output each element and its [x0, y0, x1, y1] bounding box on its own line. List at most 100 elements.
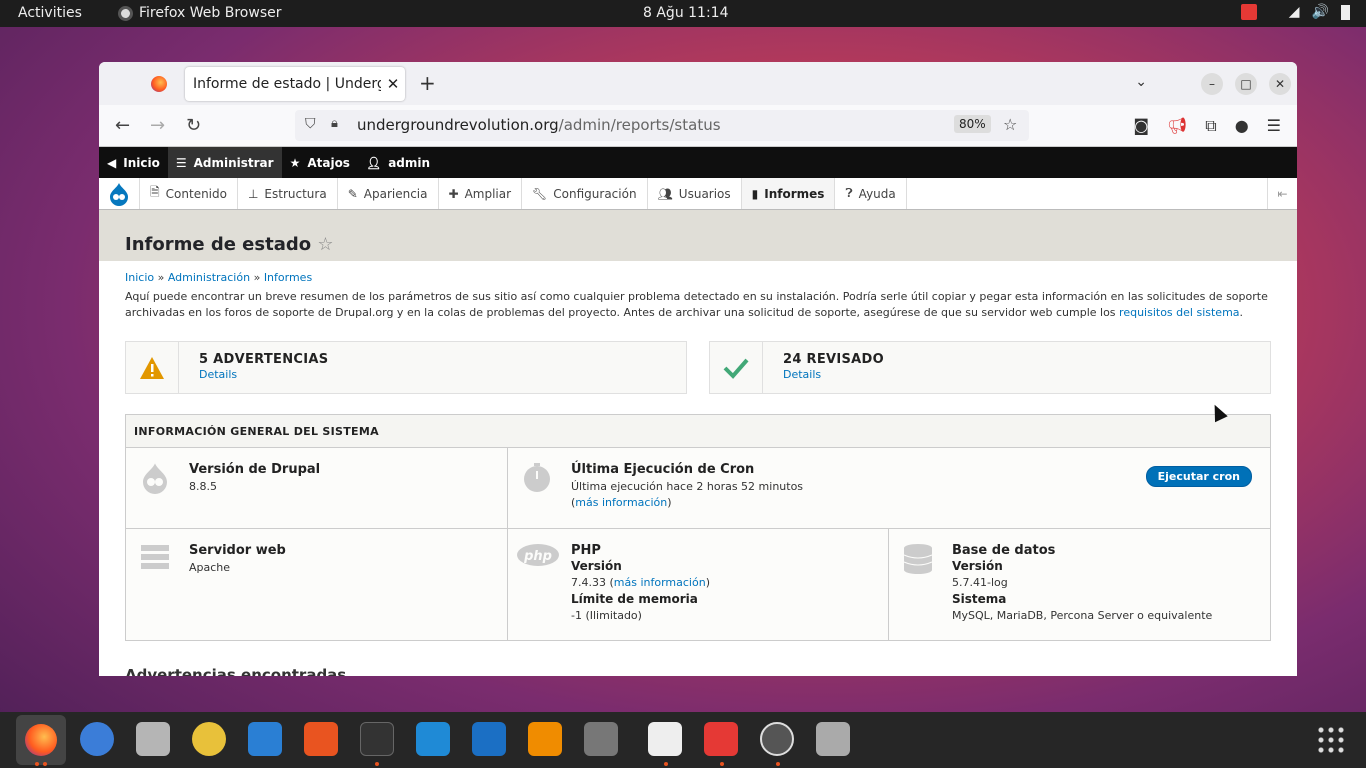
php-logo-icon: php: [516, 543, 562, 577]
dock-firefox[interactable]: [16, 715, 66, 765]
tray-item-informes[interactable]: ▮ Informes: [740, 178, 835, 209]
toolbar-manage[interactable]: ☰ Administrar: [167, 147, 282, 178]
software-icon[interactable]: [304, 722, 338, 756]
cron-more-link[interactable]: más información: [575, 496, 667, 509]
drupal-drop-icon: [140, 462, 174, 496]
shortcut-star-icon[interactable]: ☆: [317, 234, 333, 255]
php-version-label: Versión: [571, 559, 622, 573]
new-tab-button[interactable]: +: [419, 71, 436, 95]
show-apps-icon[interactable]: [1316, 725, 1346, 755]
tray-item-contenido[interactable]: 🗎︎ Contenido: [139, 178, 237, 209]
url-text[interactable]: undergroundrevolution.org/admin/reports/…: [357, 116, 721, 134]
tray-item-label: Contenido: [165, 186, 227, 201]
run-cron-button[interactable]: Ejecutar cron: [1145, 466, 1252, 487]
url-path: /admin/reports/status: [558, 116, 721, 134]
database-icon: [903, 543, 937, 577]
bookmark-star-icon[interactable]: ☆: [1003, 115, 1017, 134]
toolbar-user[interactable]: 👤︎ admin: [358, 147, 438, 178]
window-controls: – □ ✕: [1201, 73, 1291, 95]
php-more-close: ): [705, 576, 710, 589]
writer-icon[interactable]: [248, 722, 282, 756]
webserver-title: Servidor web: [189, 543, 286, 558]
requirements-link[interactable]: requisitos del sistema: [1119, 306, 1239, 319]
tray-item-estructura[interactable]: ⊥ Estructura: [236, 178, 337, 209]
pocket-icon[interactable]: ◙: [1133, 116, 1149, 136]
vscode-icon[interactable]: [472, 722, 506, 756]
extensions-icon[interactable]: ⧉: [1205, 116, 1216, 136]
intro-text: Aquí puede encontrar un breve resumen de…: [125, 290, 1268, 319]
menu-icon[interactable]: ☰: [1267, 116, 1281, 136]
cron-title: Última Ejecución de Cron: [571, 462, 755, 477]
app-menu[interactable]: Firefox Web Browser: [118, 5, 282, 21]
files-icon[interactable]: [136, 722, 170, 756]
minimize-button[interactable]: –: [1201, 73, 1223, 95]
hamburger-icon: ☰: [175, 155, 187, 170]
drupal-version-cell: Versión de Drupal 8.8.5: [126, 448, 508, 529]
close-tab-icon[interactable]: ✕: [381, 75, 405, 93]
url-bar[interactable]: ⛉ 🔒︎ undergroundrevolution.org/admin/rep…: [295, 110, 1029, 141]
drupal-logo-icon[interactable]: [99, 178, 139, 209]
anydesk-tray-icon[interactable]: [1240, 4, 1257, 20]
running-indicator: [664, 762, 668, 766]
drupal-version-title: Versión de Drupal: [189, 462, 321, 477]
tray-item-apariencia[interactable]: ✎ Apariencia: [336, 178, 438, 209]
toolbar-shortcuts[interactable]: ★ Atajos: [282, 147, 358, 178]
people-icon: 👥︎: [657, 186, 673, 201]
zoom-indicator[interactable]: 80%: [954, 115, 991, 133]
back-icon[interactable]: ←: [115, 115, 130, 136]
shield-icon[interactable]: ⛉: [305, 116, 316, 132]
reload-icon[interactable]: ↻: [186, 115, 201, 136]
gimp-icon[interactable]: [584, 722, 618, 756]
firefox-icon: [25, 724, 57, 756]
trash-icon[interactable]: [816, 722, 850, 756]
close-window-button[interactable]: ✕: [1269, 73, 1291, 95]
anydesk-icon[interactable]: [704, 722, 738, 756]
checked-details-link[interactable]: Details: [783, 368, 821, 381]
list-tabs-icon[interactable]: ⌄: [1135, 74, 1147, 90]
tray-item-ayuda[interactable]: ❓︎ Ayuda: [834, 178, 907, 209]
database-cell: Base de datos Versión 5.7.41-log Sistema…: [889, 529, 1270, 640]
text-editor-icon[interactable]: [648, 722, 682, 756]
running-indicator: [375, 762, 379, 766]
breadcrumb-inicio[interactable]: Inicio: [125, 271, 154, 284]
breadcrumb-informes[interactable]: Informes: [264, 271, 312, 284]
account-icon[interactable]: ●: [1235, 116, 1249, 136]
warnings-count: 5 ADVERTENCIAS: [199, 352, 329, 367]
app-menu-label: Firefox Web Browser: [139, 5, 282, 21]
system-tray[interactable]: ◢ 🔊: [1240, 4, 1350, 20]
tray-item-label: Usuarios: [678, 186, 731, 201]
breadcrumb-administracion[interactable]: Administración: [168, 271, 250, 284]
running-indicator: [720, 762, 724, 766]
sublime-icon[interactable]: [528, 722, 562, 756]
page-title: Informe de estado: [125, 234, 312, 255]
tray-item-usuarios[interactable]: 👥︎ Usuarios: [646, 178, 741, 209]
tray-item-label: Ayuda: [858, 186, 896, 201]
system-monitor-icon[interactable]: [416, 722, 450, 756]
thunderbird-icon[interactable]: [80, 722, 114, 756]
firefox-view-icon[interactable]: [151, 76, 167, 92]
checked-count: 24 REVISADO: [783, 352, 884, 367]
forward-icon[interactable]: →: [150, 115, 165, 136]
megaphone-icon[interactable]: 📢︎: [1167, 116, 1187, 136]
tab-active[interactable]: Informe de estado | Undergr ✕: [185, 67, 405, 101]
terminal-icon[interactable]: [360, 722, 394, 756]
user-icon: 👤︎: [365, 155, 382, 170]
running-indicator: [776, 762, 780, 766]
lock-icon[interactable]: 🔒︎: [331, 116, 338, 131]
tray-item-ampliar[interactable]: ✚ Ampliar: [437, 178, 522, 209]
warnings-summary: 5 ADVERTENCIAS Details: [125, 341, 687, 394]
collapse-tray-icon[interactable]: ⇤: [1267, 178, 1297, 209]
clock[interactable]: 8 Ağu 11:14: [643, 5, 729, 21]
warnings-details-link[interactable]: Details: [199, 368, 237, 381]
tray-item-configuracion[interactable]: 🔧︎ Configuración: [521, 178, 647, 209]
rhythmbox-icon[interactable]: [192, 722, 226, 756]
toolbar-home[interactable]: ◀ Inicio: [99, 147, 168, 178]
php-more-link[interactable]: más información: [614, 576, 706, 589]
php-memory-value: -1 (Ilimitado): [571, 609, 642, 622]
activities-button[interactable]: Activities: [18, 5, 82, 21]
updater-icon[interactable]: [760, 722, 794, 756]
db-version-label: Versión: [952, 559, 1003, 573]
maximize-button[interactable]: □: [1235, 73, 1257, 95]
drupal-version-value: 8.8.5: [189, 480, 217, 493]
tab-title: Informe de estado | Undergr: [193, 76, 381, 92]
